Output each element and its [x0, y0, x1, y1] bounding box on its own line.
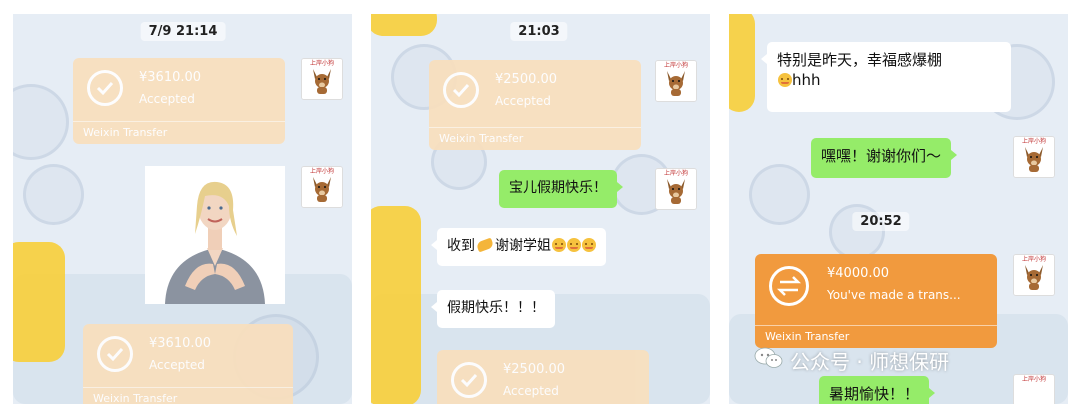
chat-screenshot-2: 21:03 ¥2500.00 Accepted Weixin Transfer …	[371, 14, 710, 404]
transfer-status: Accepted	[495, 94, 551, 108]
transfer-status: Accepted	[149, 358, 205, 372]
transfer-amount: ¥4000.00	[827, 266, 890, 281]
transfer-footer: Weixin Transfer	[439, 132, 524, 145]
message-text: 谢谢学姐	[495, 238, 551, 254]
transfer-card[interactable]: ¥3610.00 Accepted Weixin Transfer	[83, 324, 293, 404]
smile-emoji-icon	[567, 238, 581, 252]
avatar-caption: 上岸小狗	[309, 60, 334, 67]
avatar-caption: 上岸小狗	[663, 170, 688, 177]
watermark: 公众号 · 师想保研	[790, 350, 950, 374]
message-text: 假期快乐！！！	[447, 300, 545, 316]
avatar[interactable]: 上岸小狗	[655, 60, 697, 102]
avatar[interactable]: 上岸小狗	[655, 168, 697, 210]
transfer-card[interactable]: ¥3610.00 Accepted Weixin Transfer	[73, 58, 285, 144]
tearful-emoji-icon	[778, 73, 792, 87]
transfer-amount: ¥3610.00	[149, 336, 212, 351]
transfer-amount: ¥2500.00	[503, 362, 566, 377]
divider	[83, 387, 293, 388]
smile-emoji-icon	[582, 238, 596, 252]
timestamp: 21:03	[510, 22, 568, 41]
message-bubble-received[interactable]: 特别是昨天，幸福感爆棚 hhh	[761, 42, 1011, 112]
message-text: 特别是昨天，幸福感爆棚	[777, 51, 943, 69]
photo-message[interactable]	[145, 166, 285, 304]
avatar-caption: 上岸小狗	[663, 62, 688, 69]
message-bubble-sent[interactable]: 暑期愉快！！	[819, 376, 936, 404]
wechat-logo-icon	[754, 347, 783, 368]
avatar[interactable]: 上岸小狗	[301, 58, 343, 100]
transfer-amount: ¥2500.00	[495, 72, 558, 87]
message-bubble-received[interactable]: 收到 谢谢学姐	[431, 228, 606, 266]
transfer-footer: Weixin Transfer	[93, 392, 178, 404]
transfer-status: You've made a trans...	[827, 288, 961, 302]
message-text: 宝儿假期快乐！	[509, 180, 607, 196]
avatar[interactable]: 上岸小狗	[1013, 136, 1055, 178]
woman-heart-hands-image	[145, 166, 285, 304]
divider	[755, 325, 997, 326]
transfer-arrows-icon	[769, 266, 809, 306]
message-text: hhh	[792, 71, 821, 89]
timestamp: 7/9 21:14	[140, 22, 226, 41]
avatar-caption: 上岸小狗	[309, 168, 334, 175]
transfer-card[interactable]: ¥2500.00 Accepted Weixin Transfer	[429, 60, 641, 150]
avatar-caption: 上岸小狗	[1021, 376, 1046, 383]
timestamp: 20:52	[852, 212, 910, 231]
message-bubble-sent[interactable]: 嘿嘿！谢谢你们～	[811, 138, 958, 178]
message-bubble-sent[interactable]: 宝儿假期快乐！	[499, 170, 623, 208]
avatar[interactable]: 上岸小狗	[1013, 254, 1055, 296]
transfer-footer: Weixin Transfer	[83, 126, 168, 139]
message-text: 收到	[447, 238, 475, 254]
message-text: 暑期愉快！！	[829, 385, 920, 403]
chat-screenshot-1: 7/9 21:14 ¥3610.00 Accepted Weixin Trans…	[13, 14, 352, 404]
message-text: 嘿嘿！谢谢你们～	[821, 147, 942, 165]
check-icon	[97, 336, 133, 372]
background-sticker	[23, 164, 84, 225]
avatar[interactable]: 上岸小狗	[1013, 374, 1055, 404]
transfer-amount: ¥3610.00	[139, 70, 202, 85]
avatar-caption: 上岸小狗	[1021, 256, 1046, 263]
yellow-highlight	[371, 14, 437, 36]
transfer-footer: Weixin Transfer	[765, 330, 850, 343]
smile-emoji-icon	[552, 238, 566, 252]
divider	[429, 127, 641, 128]
thumbs-up-icon	[475, 237, 495, 253]
avatar[interactable]: 上岸小狗	[301, 166, 343, 208]
background-sticker	[749, 164, 810, 225]
yellow-highlight	[371, 206, 421, 404]
check-icon	[443, 72, 479, 108]
check-icon	[451, 362, 487, 398]
check-icon	[87, 70, 123, 106]
yellow-highlight	[729, 14, 755, 112]
yellow-highlight	[13, 242, 65, 362]
message-bubble-received[interactable]: 假期快乐！！！	[431, 290, 555, 328]
transfer-status: Accepted	[503, 384, 559, 398]
transfer-status: Accepted	[139, 92, 195, 106]
avatar-caption: 上岸小狗	[1021, 138, 1046, 145]
divider	[73, 121, 285, 122]
transfer-card[interactable]: ¥4000.00 You've made a trans... Weixin T…	[755, 254, 997, 348]
background-sticker	[13, 84, 69, 160]
transfer-card[interactable]: ¥2500.00 Accepted	[437, 350, 649, 404]
